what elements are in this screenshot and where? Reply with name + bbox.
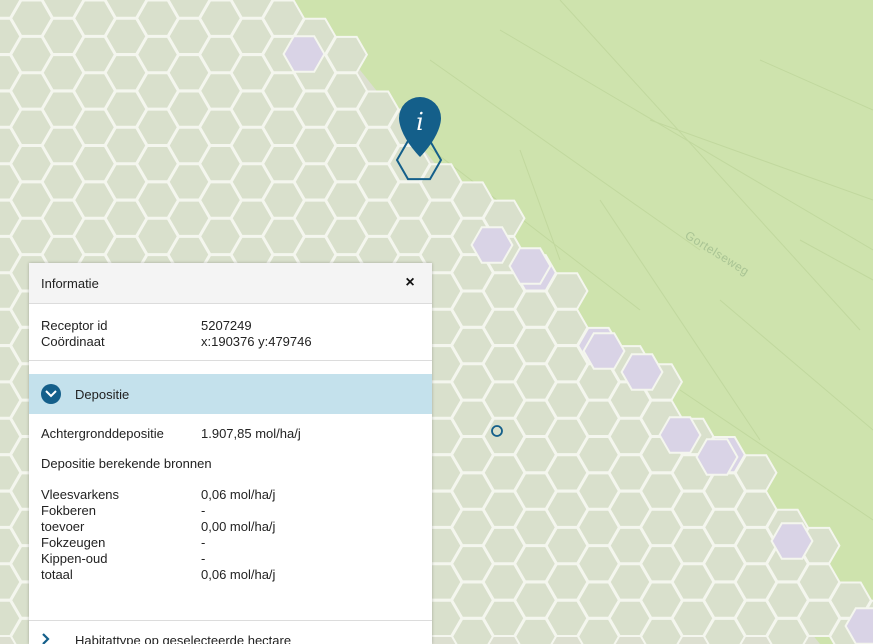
- source-row: toevoer 0,00 mol/ha/j: [41, 519, 420, 535]
- hexagon-cell[interactable]: [734, 454, 778, 492]
- hexagon-cell[interactable]: [695, 438, 739, 476]
- habitattype-section-title: Habitattype op geselecteerde hectare: [75, 633, 292, 644]
- close-icon: ×: [405, 274, 415, 291]
- source-value: 0,06 mol/ha/j: [201, 487, 276, 502]
- coordinate-row: Coördinaat x:190376 y:479746: [41, 334, 420, 350]
- receptor-id-label: Receptor id: [41, 318, 108, 333]
- source-name: totaal: [41, 567, 73, 582]
- hexagon-cell[interactable]: [282, 35, 326, 73]
- coordinate-value: x:190376 y:479746: [201, 334, 312, 349]
- source-value: 0,06 mol/ha/j: [201, 567, 276, 582]
- hexagon-cell[interactable]: [770, 522, 814, 560]
- source-value: -: [201, 503, 206, 518]
- depositie-section-body: Achtergronddepositie 1.907,85 mol/ha/j D…: [29, 414, 432, 583]
- source-row: Vleesvarkens 0,06 mol/ha/j: [41, 487, 420, 503]
- depositie-section-toggle[interactable]: Depositie: [29, 374, 432, 414]
- hexagon-cell[interactable]: [324, 35, 369, 74]
- berekende-bronnen-heading: Depositie berekende bronnen: [41, 456, 212, 471]
- source-name: Fokzeugen: [41, 535, 106, 550]
- info-panel-header: Informatie ×: [29, 263, 432, 304]
- hexagon-cell[interactable]: [545, 272, 589, 310]
- receptor-info: Receptor id 5207249 Coördinaat x:190376 …: [29, 304, 432, 361]
- close-button[interactable]: ×: [400, 273, 420, 293]
- chevron-right-icon: [41, 633, 61, 644]
- hexagon-cell[interactable]: [620, 353, 664, 391]
- receptor-id-value: 5207249: [201, 318, 252, 333]
- source-name: Vleesvarkens: [41, 487, 120, 502]
- source-name: Kippen-oud: [41, 551, 108, 566]
- coordinate-label: Coördinaat: [41, 334, 105, 349]
- habitattype-section-toggle[interactable]: Habitattype op geselecteerde hectare: [29, 620, 432, 644]
- source-name: toevoer: [41, 519, 85, 534]
- achtergrond-label: Achtergronddepositie: [41, 426, 164, 441]
- hexagon-cell[interactable]: [658, 416, 702, 454]
- source-name: Fokberen: [41, 503, 96, 518]
- achtergrond-row: Achtergronddepositie 1.907,85 mol/ha/j: [41, 426, 420, 442]
- source-row: totaal 0,06 mol/ha/j: [41, 567, 420, 583]
- depositie-section-title: Depositie: [75, 386, 130, 402]
- hexagon-cell[interactable]: [582, 332, 626, 370]
- chevron-down-icon: [41, 384, 61, 404]
- source-value: -: [201, 551, 206, 566]
- info-marker-letter: i: [416, 108, 424, 136]
- achtergrond-value: 1.907,85 mol/ha/j: [201, 426, 301, 441]
- source-row: Fokberen -: [41, 503, 420, 519]
- hexagon-cell[interactable]: [470, 226, 514, 264]
- info-panel-title: Informatie: [41, 275, 99, 291]
- info-panel: Informatie × Receptor id 5207249 Coördin…: [29, 263, 432, 644]
- source-row: Fokzeugen -: [41, 535, 420, 551]
- hexagon-cell[interactable]: [508, 247, 552, 285]
- source-value: 0,00 mol/ha/j: [201, 519, 276, 534]
- receptor-id-row: Receptor id 5207249: [41, 318, 420, 334]
- source-value: -: [201, 535, 206, 550]
- source-list: Vleesvarkens 0,06 mol/ha/j Fokberen - toev…: [41, 487, 420, 583]
- source-row: Kippen-oud -: [41, 551, 420, 567]
